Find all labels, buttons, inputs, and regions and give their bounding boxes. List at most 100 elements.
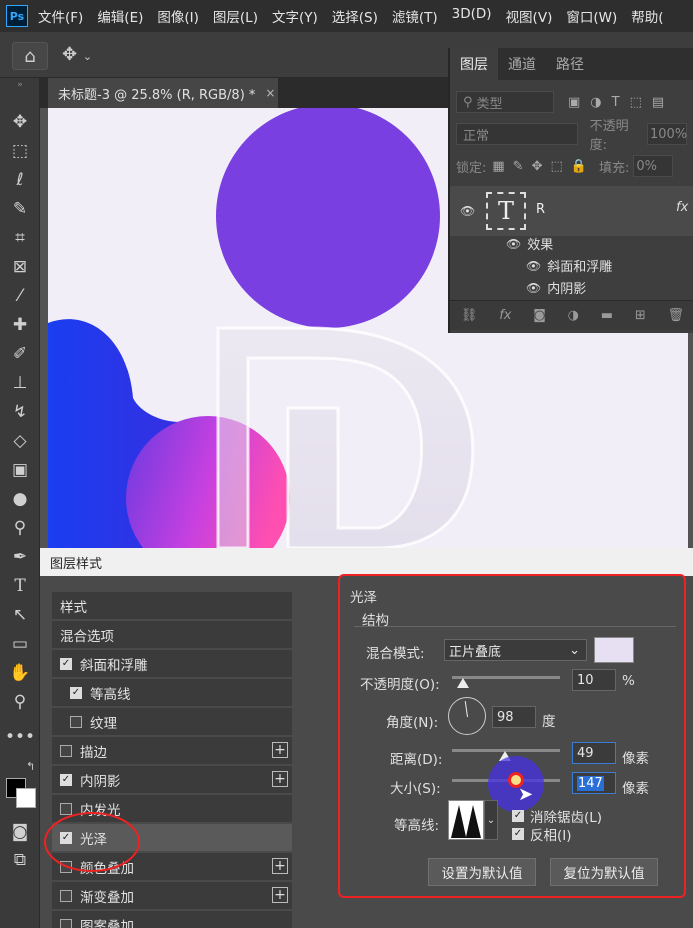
- menu-item[interactable]: 文件(F): [38, 6, 83, 26]
- style-item[interactable]: 图案叠加: [52, 911, 292, 928]
- move-tool-options[interactable]: ✥ ⌄: [62, 44, 92, 65]
- background-color-swatch[interactable]: [16, 788, 36, 808]
- effect-row-inner-shadow[interactable]: 👁 内阴影: [526, 278, 586, 298]
- adjustment-icon[interactable]: ◑: [568, 308, 579, 323]
- document-tab[interactable]: 未标题-3 @ 25.8% (R, RGB/8) * ×: [48, 78, 278, 108]
- fx-icon[interactable]: fx: [676, 200, 688, 215]
- move-tool-icon[interactable]: ✥: [0, 108, 40, 136]
- style-item[interactable]: 混合选项: [52, 621, 292, 648]
- opacity-slider-thumb[interactable]: [456, 678, 469, 688]
- add-effect-icon[interactable]: +: [272, 887, 288, 903]
- quick-mask-icon[interactable]: ◙: [0, 818, 40, 846]
- eye-icon[interactable]: 👁: [506, 237, 521, 251]
- contour-preview[interactable]: [448, 800, 484, 840]
- lasso-tool-icon[interactable]: ℓ: [0, 166, 40, 194]
- collapse-icon[interactable]: »: [0, 78, 40, 92]
- filter-icons[interactable]: ▣◑T⬚▤: [568, 95, 674, 110]
- menu-item[interactable]: 编辑(E): [97, 6, 143, 26]
- add-effect-icon[interactable]: +: [272, 858, 288, 874]
- fx-icon[interactable]: fx: [499, 308, 511, 323]
- satin-color-swatch[interactable]: [594, 637, 634, 663]
- antialias-checkbox-row[interactable]: ✓ 消除锯齿(L): [512, 806, 602, 826]
- rectangle-tool-icon[interactable]: ▭: [0, 630, 40, 658]
- fill-field[interactable]: 0%: [633, 155, 674, 177]
- menu-item[interactable]: 视图(V): [506, 6, 553, 26]
- type-tool-icon[interactable]: T: [0, 572, 40, 600]
- size-field[interactable]: 147: [572, 772, 616, 794]
- menu-item[interactable]: 窗口(W): [566, 6, 617, 26]
- lock-icons[interactable]: ▦✎✥⬚🔒: [492, 159, 595, 174]
- effects-group-row[interactable]: 👁 效果: [506, 234, 553, 254]
- style-checkbox[interactable]: [60, 918, 72, 928]
- tab-paths[interactable]: 路径: [546, 48, 594, 80]
- antialias-checkbox[interactable]: ✓: [512, 810, 524, 822]
- menu-item[interactable]: 帮助(: [631, 6, 663, 26]
- reset-default-button[interactable]: 复位为默认值: [550, 858, 658, 886]
- tab-channels[interactable]: 通道: [498, 48, 546, 80]
- style-checkbox[interactable]: ✓: [60, 657, 72, 670]
- effect-row-bevel[interactable]: 👁 斜面和浮雕: [526, 256, 612, 276]
- invert-checkbox[interactable]: ✓: [512, 828, 524, 840]
- mask-icon[interactable]: ◙: [533, 308, 546, 323]
- menu-item[interactable]: 文字(Y): [272, 6, 318, 26]
- close-icon[interactable]: ×: [265, 86, 275, 100]
- new-layer-icon[interactable]: ⊞: [635, 308, 646, 323]
- link-icon[interactable]: ⛓: [461, 308, 478, 323]
- brush-tool-icon[interactable]: ✐: [0, 340, 40, 368]
- opacity-field[interactable]: 10: [572, 669, 616, 691]
- crop-tool-icon[interactable]: ⌗: [0, 224, 40, 252]
- healing-brush-tool-icon[interactable]: ✚: [0, 311, 40, 339]
- marquee-tool-icon[interactable]: ⬚: [0, 137, 40, 165]
- style-checkbox[interactable]: ✓: [60, 773, 72, 786]
- path-select-tool-icon[interactable]: ↖: [0, 601, 40, 629]
- set-default-button[interactable]: 设置为默认值: [428, 858, 536, 886]
- screen-mode-icon[interactable]: ⧉: [0, 846, 40, 874]
- add-effect-icon[interactable]: +: [272, 742, 288, 758]
- style-checkbox[interactable]: ✓: [70, 686, 82, 699]
- eyedropper-tool-icon[interactable]: ⁄: [0, 282, 40, 310]
- style-checkbox[interactable]: [60, 802, 72, 815]
- style-checkbox[interactable]: [70, 715, 82, 728]
- blur-tool-icon[interactable]: ●: [0, 485, 40, 513]
- angle-field[interactable]: 98: [492, 706, 536, 728]
- eraser-tool-icon[interactable]: ◇: [0, 427, 40, 455]
- style-checkbox[interactable]: [60, 744, 72, 757]
- style-item[interactable]: 描边 +: [52, 737, 292, 764]
- blend-mode-select[interactable]: 正片叠底 ⌄: [444, 639, 587, 661]
- zoom-tool-icon[interactable]: ⚲: [0, 688, 40, 716]
- style-item[interactable]: ✓ 内阴影 +: [52, 766, 292, 793]
- style-item[interactable]: 纹理: [52, 708, 292, 735]
- swap-colors-icon[interactable]: ↰: [26, 760, 35, 773]
- more-tools-icon[interactable]: •••: [0, 723, 40, 751]
- style-checkbox[interactable]: [60, 889, 72, 902]
- folder-icon[interactable]: ▬: [601, 308, 613, 323]
- distance-field[interactable]: 49: [572, 742, 616, 764]
- style-item[interactable]: 渐变叠加 +: [52, 882, 292, 909]
- style-item[interactable]: ✓ 等高线: [52, 679, 292, 706]
- layer-blend-mode-select[interactable]: 正常: [456, 123, 578, 145]
- pen-tool-icon[interactable]: ✒: [0, 543, 40, 571]
- contour-dropdown[interactable]: ⌄: [484, 800, 498, 840]
- menu-item[interactable]: 图像(I): [157, 6, 199, 26]
- home-button[interactable]: ⌂: [12, 42, 48, 70]
- menu-item[interactable]: 滤镜(T): [392, 6, 438, 26]
- gradient-tool-icon[interactable]: ▣: [0, 456, 40, 484]
- add-effect-icon[interactable]: +: [272, 771, 288, 787]
- eye-icon[interactable]: 👁: [460, 204, 475, 218]
- invert-checkbox-row[interactable]: ✓ 反相(I): [512, 824, 572, 844]
- menu-item[interactable]: 3D(D): [452, 6, 492, 26]
- menu-item[interactable]: 图层(L): [213, 6, 258, 26]
- dodge-tool-icon[interactable]: ⚲: [0, 514, 40, 542]
- frame-tool-icon[interactable]: ⊠: [0, 253, 40, 281]
- trash-icon[interactable]: 🗑: [668, 308, 685, 323]
- eye-icon[interactable]: 👁: [526, 259, 541, 273]
- angle-dial[interactable]: [448, 697, 486, 735]
- tab-layers[interactable]: 图层: [450, 48, 498, 80]
- style-item[interactable]: ✓ 斜面和浮雕: [52, 650, 292, 677]
- menu-item[interactable]: 选择(S): [332, 6, 378, 26]
- layer-opacity-field[interactable]: 100%: [647, 123, 687, 145]
- eye-icon[interactable]: 👁: [526, 281, 541, 295]
- layer-kind-filter[interactable]: ⚲ 类型: [456, 91, 554, 113]
- style-item[interactable]: 样式: [52, 592, 292, 619]
- stamp-tool-icon[interactable]: ⊥: [0, 369, 40, 397]
